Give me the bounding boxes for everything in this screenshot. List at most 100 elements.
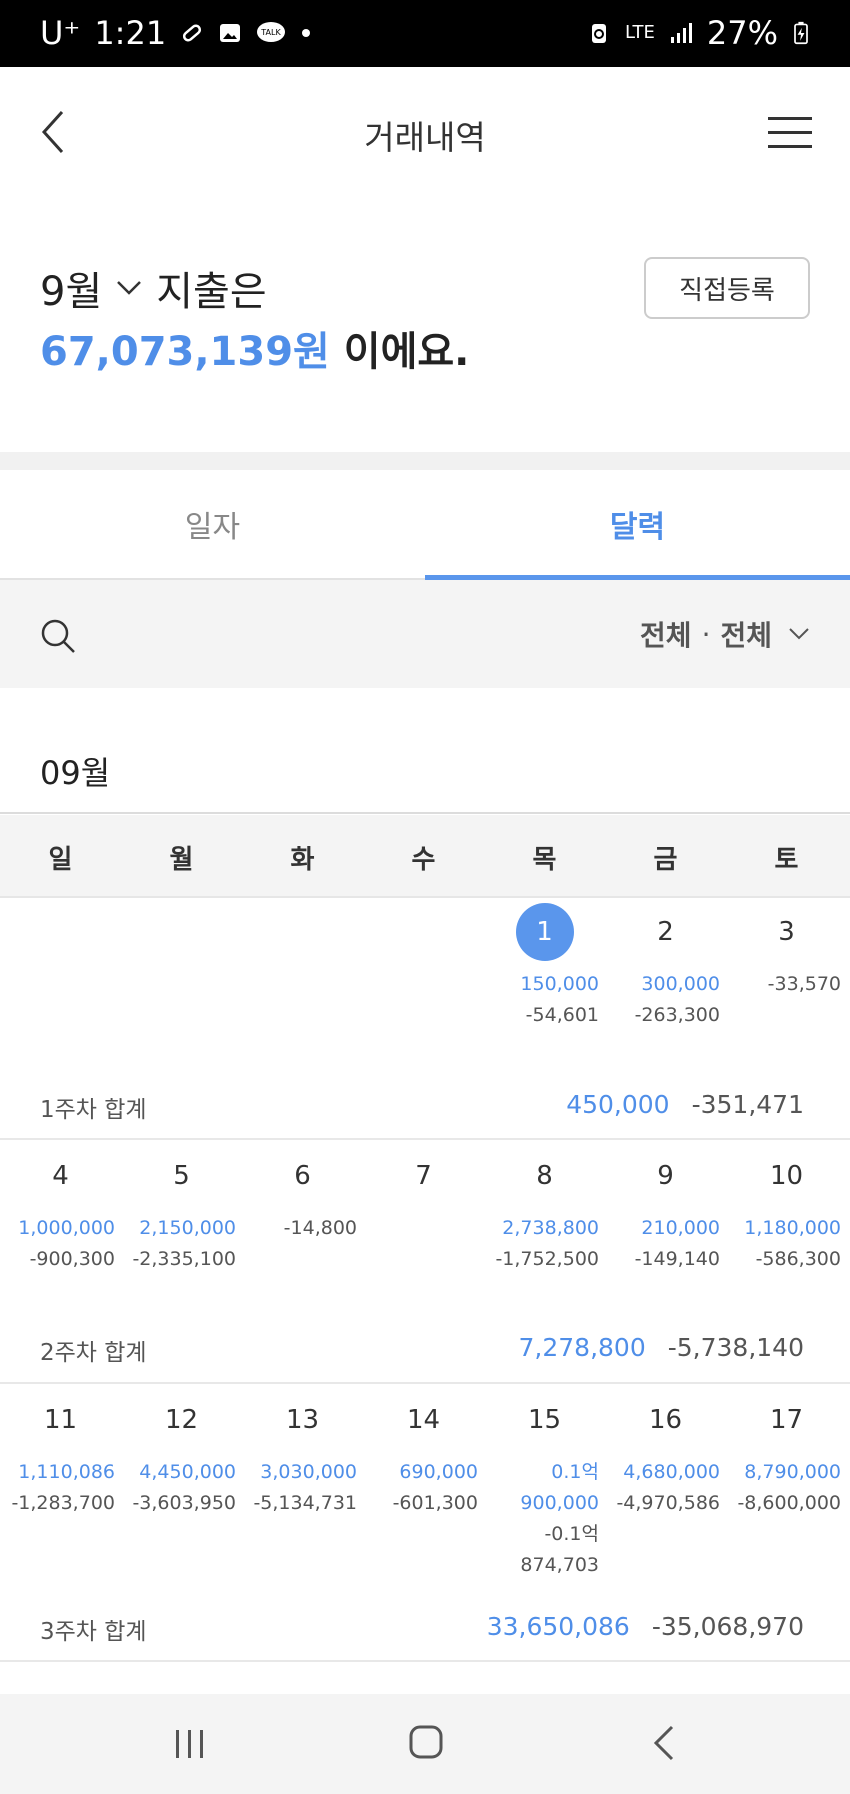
day-number-label: 4 [52,1161,69,1191]
calendar-day-cell[interactable]: 3 -33,570 [726,915,847,1000]
day-number: 5 [121,1159,242,1193]
page-title: 거래내역 [364,118,486,157]
calendar-day-cell[interactable]: 11 1,110,086 -1,283,700 [0,1403,121,1519]
weekday-thu: 목 [532,845,557,875]
day-number: 13 [242,1403,363,1437]
calendar-day-cell[interactable]: 14 690,000 -601,300 [363,1403,484,1519]
divider [0,1382,850,1384]
day-number-label: 11 [43,1405,78,1435]
day-number: 1 [484,903,605,961]
day-number: 14 [363,1403,484,1437]
week-summary-row: 2주차 합계 7,278,800 -5,738,140 [0,1333,850,1373]
weekday-sun: 일 [48,845,73,875]
day-income: 150,000 [520,973,599,995]
day-expense: -4,970,586 [616,1492,720,1514]
day-number: 16 [605,1403,726,1437]
calendar-day-cell[interactable]: 7 [363,1159,484,1213]
tab-calendar[interactable]: 달력 [425,470,850,578]
day-number: 4 [0,1159,121,1193]
day-income: 4,450,000 [139,1461,236,1483]
calendar-day-cell[interactable]: 6 -14,800 [242,1159,363,1244]
app-bar: 거래내역 [0,67,850,197]
day-income: 2,738,800 [502,1217,599,1239]
month-selector[interactable]: 9월 지출은 [40,259,267,317]
network-label: LTE [624,22,655,43]
day-expense: -3,603,950 [132,1492,236,1514]
filter-dropdown[interactable]: 전체 · 전체 [640,614,810,654]
day-number-label: 2 [657,917,674,947]
hamburger-menu-icon[interactable] [768,115,812,151]
day-number-label: 7 [415,1161,432,1191]
day-number-label: 13 [285,1405,320,1435]
day-number: 15 [484,1403,605,1437]
day-number-label: 15 [527,1405,562,1435]
weekday-fri: 금 [653,845,678,875]
day-expense: -1,283,700 [11,1492,115,1514]
filter-second: 전체 [720,619,772,652]
calendar-day-cell[interactable]: 10 1,180,000 -586,300 [726,1159,847,1275]
chevron-down-icon [117,281,142,295]
filter-first: 전체 [640,619,692,652]
calendar-day-cell[interactable]: 4 1,000,000 -900,300 [0,1159,121,1275]
calendar-day-cell[interactable]: 2 300,000 -263,300 [605,915,726,1031]
calendar-day-cell[interactable]: 1 150,000 -54,601 [484,903,605,1031]
search-icon[interactable] [40,618,76,654]
day-number-label: 1 [536,917,553,947]
calendar-day-cell[interactable]: 8 2,738,800 -1,752,500 [484,1159,605,1275]
week-income-total: 33,650,086 [486,1612,630,1641]
day-number-label: 12 [164,1405,199,1435]
spending-summary: 9월 지출은 67,073,139원 이에요. 직접등록 [0,197,850,452]
calendar-day-cell[interactable]: 5 2,150,000 -2,335,100 [121,1159,242,1275]
calendar-day-cell[interactable]: 9 210,000 -149,140 [605,1159,726,1275]
nav-back-icon[interactable] [650,1724,678,1762]
week-income-total: 7,278,800 [518,1333,646,1362]
week-summary-amounts: 33,650,086 -35,068,970 [487,1612,804,1641]
day-expense: -54,601 [525,1004,599,1026]
day-income: 3,030,000 [260,1461,357,1483]
day-number-label: 9 [657,1161,674,1191]
week-expense-total: -35,068,970 [651,1612,804,1641]
day-number-label: 8 [536,1161,553,1191]
divider [0,896,850,898]
spending-label: 지출은 [156,269,267,315]
tab-daily[interactable]: 일자 [0,470,425,578]
day-income: 300,000 [641,973,720,995]
day-income: 4,680,000 [623,1461,720,1483]
calendar-day-cell[interactable]: 12 4,450,000 -3,603,950 [121,1403,242,1519]
svg-text:TALK: TALK [260,28,281,37]
calendar-day-cell[interactable]: 16 4,680,000 -4,970,586 [605,1403,726,1519]
week-income-total: 450,000 [566,1090,670,1119]
day-number: 2 [605,915,726,949]
calendar-day-cell[interactable]: 17 8,790,000 -8,600,000 [726,1403,847,1519]
day-income: 900,000 [520,1492,599,1514]
system-nav-bar [0,1694,850,1794]
manual-register-button[interactable]: 직접등록 [644,257,810,319]
weekday-tue: 화 [290,845,315,875]
day-expense: -0.1억 [544,1523,599,1545]
day-number: 9 [605,1159,726,1193]
day-income: 2,150,000 [139,1217,236,1239]
day-expense: 874,703 [520,1554,599,1576]
calendar-day-cell[interactable]: 13 3,030,000 -5,134,731 [242,1403,363,1519]
day-number-label: 16 [648,1405,683,1435]
week-summary-label: 3주차 합계 [40,1619,147,1645]
total-spending-amount: 67,073,139원 [40,329,330,375]
day-expense: -263,300 [634,1004,720,1026]
day-expense: -2,335,100 [132,1248,236,1270]
day-expense: -5,134,731 [253,1492,357,1514]
battery-saver-icon [591,24,606,43]
day-expense: -900,300 [29,1248,115,1270]
calendar-day-cell[interactable]: 15 0.1억 900,000 -0.1억 874,703 [484,1403,605,1581]
week-summary-label: 2주차 합계 [40,1340,147,1366]
day-number: 11 [0,1403,121,1437]
divider [0,812,850,814]
day-number: 7 [363,1159,484,1193]
divider [0,1138,850,1140]
recent-apps-icon[interactable] [172,1726,208,1762]
battery-charging-icon [794,21,808,45]
day-number: 10 [726,1159,847,1193]
chevron-down-icon [789,628,809,640]
home-icon[interactable] [408,1724,444,1760]
day-number: 17 [726,1403,847,1437]
day-income: 210,000 [641,1217,720,1239]
